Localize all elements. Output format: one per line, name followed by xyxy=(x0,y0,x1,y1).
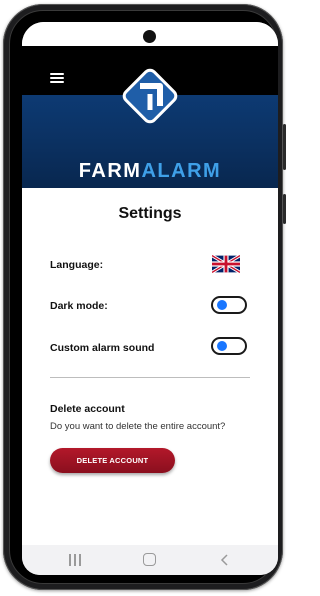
home-icon[interactable] xyxy=(143,553,156,566)
hamburger-menu-icon[interactable] xyxy=(50,73,64,83)
custom-alarm-sound-toggle[interactable] xyxy=(211,337,247,355)
recents-icon[interactable] xyxy=(68,554,82,566)
uk-flag-icon[interactable] xyxy=(212,255,240,273)
section-divider xyxy=(50,377,250,378)
dark-mode-label: Dark mode: xyxy=(50,300,108,312)
back-icon[interactable] xyxy=(218,553,232,567)
dark-mode-toggle[interactable] xyxy=(211,296,247,314)
farmalarm-logo-icon xyxy=(122,68,178,124)
brand-name: FARMALARM xyxy=(22,160,278,183)
delete-account-question: Do you want to delete the entire account… xyxy=(50,421,226,432)
power-button xyxy=(283,194,286,224)
brand-part-alarm: ALARM xyxy=(141,160,222,182)
language-label: Language: xyxy=(50,259,104,271)
front-camera xyxy=(143,30,156,43)
toggle-knob xyxy=(217,300,227,310)
app-screen: FARMALARM Settings Language: Dark mode: … xyxy=(22,22,278,575)
page-title: Settings xyxy=(118,205,182,222)
delete-account-button[interactable]: DELETE ACCOUNT xyxy=(50,448,175,473)
custom-alarm-sound-label: Custom alarm sound xyxy=(50,342,155,354)
brand-part-farm: FARM xyxy=(78,160,142,182)
system-navigation-bar xyxy=(22,545,278,575)
delete-account-title: Delete account xyxy=(50,403,125,415)
toggle-knob xyxy=(217,341,227,351)
volume-button xyxy=(283,124,286,170)
status-bar xyxy=(22,22,278,46)
